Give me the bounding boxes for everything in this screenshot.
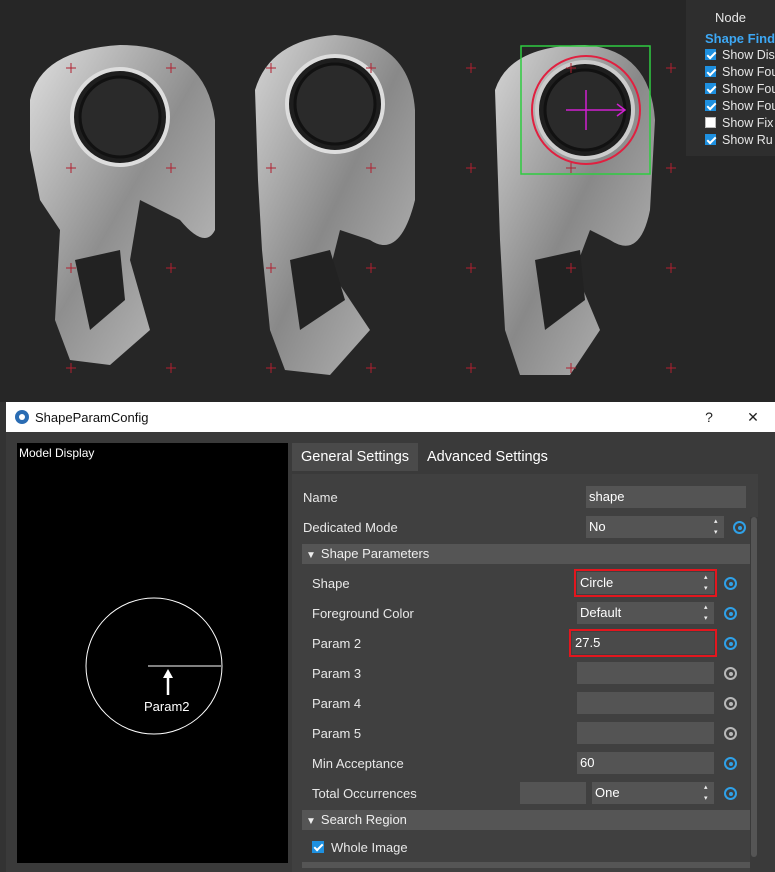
show-option-1[interactable]: Show Dis	[705, 46, 775, 63]
search-region-header[interactable]: ▼ Search Region	[302, 810, 752, 830]
dedicated-mode-select[interactable]: No	[586, 516, 724, 538]
total-occurrences-count-input[interactable]	[520, 782, 586, 804]
param2-input[interactable]: 27.5	[569, 629, 717, 657]
name-row: Name shape	[292, 484, 752, 510]
name-input[interactable]: shape	[586, 486, 746, 508]
param2-annotation: Param2	[144, 699, 190, 714]
close-button[interactable]: ✕	[731, 409, 775, 426]
help-button[interactable]: ?	[687, 409, 731, 425]
param2-label: Param 2	[312, 635, 362, 651]
collapse-triangle-icon: ▼	[306, 816, 316, 827]
expose-toggle-icon[interactable]	[724, 727, 737, 740]
dialog-title: ShapeParamConfig	[35, 409, 149, 425]
param4-input[interactable]	[577, 692, 714, 714]
camera-image-view[interactable]	[0, 0, 775, 402]
expose-toggle-icon[interactable]	[724, 637, 737, 650]
whole-image-checkbox[interactable]	[312, 841, 324, 853]
node-panel-title: Node	[714, 10, 747, 25]
shape-select[interactable]: Circle	[574, 569, 717, 597]
show-option-5[interactable]: Show Fix	[705, 114, 775, 131]
expose-toggle-icon[interactable]	[724, 697, 737, 710]
settings-panel: General Settings Advanced Settings Name …	[292, 443, 758, 872]
whole-image-label: Whole Image	[331, 839, 408, 855]
expose-toggle-icon[interactable]	[724, 577, 737, 590]
param3-label: Param 3	[312, 665, 362, 681]
expose-toggle-icon[interactable]	[724, 607, 737, 620]
checkbox-icon[interactable]	[705, 66, 716, 77]
camera-image	[0, 0, 775, 402]
app-eye-icon	[15, 410, 29, 424]
settings-scrollbar[interactable]	[750, 517, 758, 872]
whole-image-row: Whole Image	[292, 834, 752, 860]
collapse-triangle-icon: ▼	[306, 550, 316, 561]
shape-parameters-header[interactable]: ▼ Shape Parameters	[302, 544, 752, 564]
param4-row: Param 4	[292, 690, 752, 716]
param4-label: Param 4	[312, 695, 362, 711]
checkbox-icon[interactable]	[705, 49, 716, 60]
min-acceptance-input[interactable]: 60	[577, 752, 714, 774]
node-panel: Node Shape Finde Show Dis Show Fou Show …	[686, 0, 775, 156]
checkbox-icon[interactable]	[705, 134, 716, 145]
checkbox-icon[interactable]	[705, 83, 716, 94]
shape-row: Shape Circle	[292, 569, 752, 597]
total-occurrences-label: Total Occurrences	[312, 785, 417, 801]
model-preview	[85, 597, 223, 735]
tab-general-settings[interactable]: General Settings	[292, 443, 419, 471]
dialog-titlebar[interactable]: ShapeParamConfig ? ✕	[6, 402, 775, 432]
tab-advanced-settings[interactable]: Advanced Settings	[418, 443, 557, 471]
param5-input[interactable]	[577, 722, 714, 744]
dedicated-mode-label: Dedicated Mode	[303, 519, 398, 535]
general-settings-panel: Name shape Dedicated Mode No ▼Shape Para…	[292, 474, 758, 872]
settings-tabs: General Settings Advanced Settings	[292, 443, 758, 471]
param2-row: Param 2 27.5	[292, 629, 752, 657]
param5-label: Param 5	[312, 725, 362, 741]
total-occurrences-row: Total Occurrences One	[292, 780, 752, 806]
param3-row: Param 3	[292, 660, 752, 686]
arrow-up-icon	[163, 669, 173, 678]
foreground-color-select[interactable]: Default	[577, 602, 714, 624]
shape-finder-section-title[interactable]: Shape Finde	[705, 31, 775, 46]
show-option-6[interactable]: Show Ru	[705, 131, 775, 148]
expose-toggle-icon[interactable]	[724, 667, 737, 680]
checkbox-icon[interactable]	[705, 100, 716, 111]
checkbox-icon[interactable]	[705, 117, 716, 128]
shape-label: Shape	[312, 575, 350, 591]
next-section-edge	[302, 862, 752, 868]
foreground-color-label: Foreground Color	[312, 605, 414, 621]
shape-param-config-dialog: ShapeParamConfig ? ✕ Model Display Param…	[6, 402, 775, 872]
expose-toggle-icon[interactable]	[724, 787, 737, 800]
expose-toggle-icon[interactable]	[733, 521, 746, 534]
name-label: Name	[303, 489, 338, 505]
total-occurrences-select[interactable]: One	[592, 782, 714, 804]
show-option-3[interactable]: Show Fou	[705, 80, 775, 97]
param3-input[interactable]	[577, 662, 714, 684]
show-option-2[interactable]: Show Fou	[705, 63, 775, 80]
show-option-4[interactable]: Show Fou	[705, 97, 775, 114]
min-acceptance-label: Min Acceptance	[312, 755, 404, 771]
dedicated-mode-row: Dedicated Mode No	[292, 514, 752, 540]
foreground-color-row: Foreground Color Default	[292, 600, 752, 626]
param5-row: Param 5	[292, 720, 752, 746]
expose-toggle-icon[interactable]	[724, 757, 737, 770]
min-acceptance-row: Min Acceptance 60	[292, 750, 752, 776]
model-display-panel: Model Display Param2	[17, 443, 288, 863]
scrollbar-thumb[interactable]	[751, 517, 757, 857]
